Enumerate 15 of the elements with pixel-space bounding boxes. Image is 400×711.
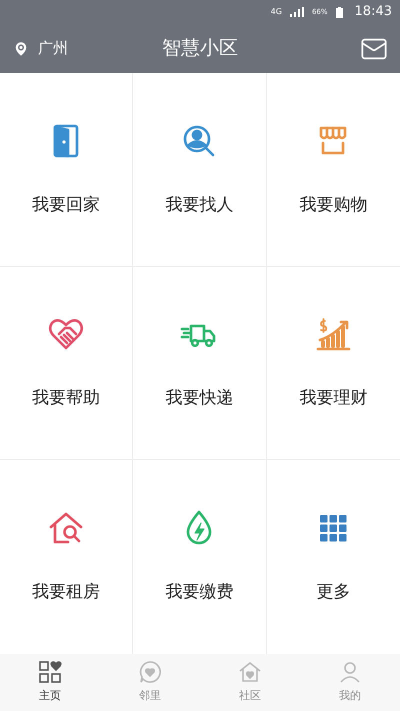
grid-heart-icon[interactable] xyxy=(38,660,62,684)
menu-tile[interactable]: 我要快递 xyxy=(133,266,267,460)
menu-tile[interactable]: 我要找人 xyxy=(133,73,267,267)
app-title: 智慧小区 xyxy=(162,36,238,62)
location-button[interactable]: 广州 xyxy=(12,37,68,60)
house-heart-icon[interactable] xyxy=(238,660,262,684)
menu-tile[interactable]: 我要帮助 xyxy=(0,266,134,460)
person-icon[interactable] xyxy=(338,660,362,684)
signal-icon xyxy=(290,7,304,17)
clock: 18:43 xyxy=(354,3,392,22)
chat-heart-icon[interactable] xyxy=(138,660,162,684)
menu-tile[interactable]: 我要回家 xyxy=(0,73,134,267)
tab-label[interactable]: 主页 xyxy=(39,688,61,705)
battery-icon xyxy=(336,6,343,18)
network-label: 4G xyxy=(270,6,282,18)
